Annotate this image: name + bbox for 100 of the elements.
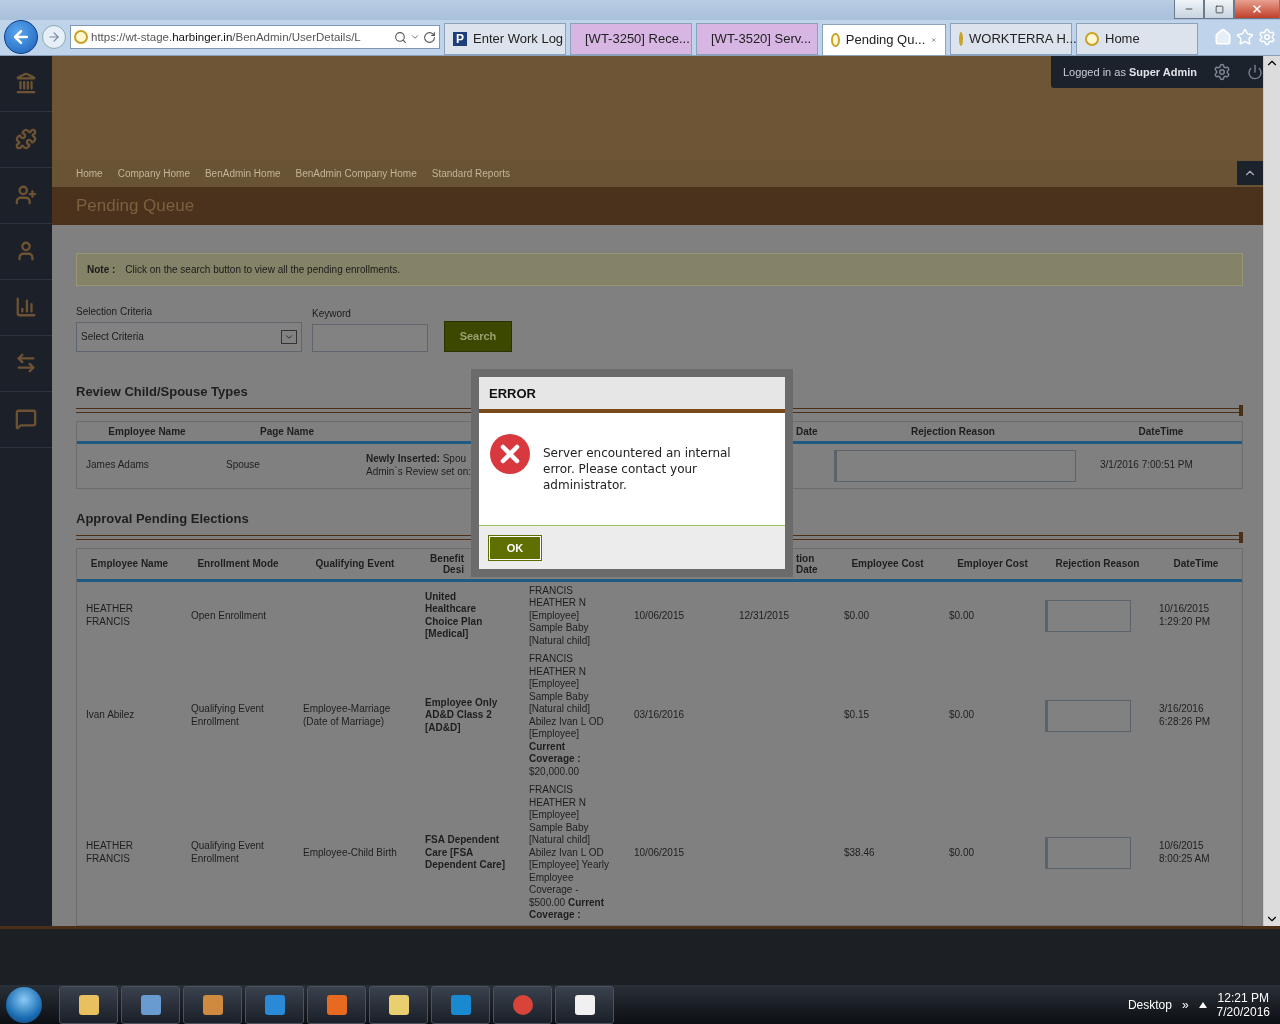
table-cell-text: FSA Dependent Care [FSA Dependent Care]	[424, 834, 506, 872]
breadcrumb-link[interactable]: BenAdmin Company Home	[295, 167, 417, 179]
column-header: Rejection Reason	[1055, 558, 1140, 570]
column-header: Employer Cost	[957, 558, 1028, 570]
tray-arrow-icon[interactable]	[1198, 1001, 1207, 1008]
taskbar-app[interactable]	[555, 985, 614, 1024]
dialog-title: ERROR	[479, 377, 785, 413]
column-header: tion Date	[796, 552, 819, 575]
ok-button[interactable]: OK	[489, 535, 541, 560]
browser-tab[interactable]: [WT-3520] Serv...	[696, 22, 818, 55]
star-icon[interactable]	[1236, 28, 1254, 47]
close-button[interactable]	[1234, 0, 1280, 19]
back-button[interactable]	[4, 20, 38, 55]
table-cell-text: $0.00	[948, 609, 976, 623]
table-cell-text: FRANCIS HEATHER N [Employee] Sample Baby [Natural child]	[528, 584, 592, 648]
forward-button[interactable]	[42, 25, 66, 50]
collapse-button[interactable]	[1237, 161, 1263, 186]
maximize-button[interactable]	[1204, 0, 1234, 19]
close-icon	[1251, 3, 1263, 15]
table-cell-text: 3/1/2016 7:00:51 PM	[1099, 459, 1194, 472]
criteria-select[interactable]: Select Criteria	[76, 321, 302, 352]
overflow-toggle[interactable]: »	[1181, 997, 1189, 1012]
table-cell-text: James Adams	[85, 459, 150, 472]
clock[interactable]: 12:21 PM 7/20/2016	[1216, 990, 1270, 1019]
breadcrumb-link[interactable]: Standard Reports	[431, 167, 511, 179]
scrollbar[interactable]	[1263, 55, 1280, 926]
table-cell-text: Open Enrollment	[190, 609, 268, 623]
table-cell-text: FRANCIS HEATHER N [Employee] Sample Baby [Natural child] Abilez Ivan L OD [Employee] Yearly Employee Coverage - $500.00 Current Coverage :	[528, 784, 611, 922]
taskbar-app[interactable]	[59, 985, 118, 1024]
table-cell-text: 10/16/2015 1:29:20 PM	[1158, 603, 1212, 629]
table-cell-text: Employee Only AD&D Class 2 [AD&D]	[424, 696, 499, 735]
column-header: Employee Cost	[851, 558, 924, 570]
start-button[interactable]	[6, 986, 42, 1023]
desktop-label[interactable]: Desktop	[1127, 997, 1172, 1012]
error-message: Server encountered an internal error. Please contact your administrator.	[543, 445, 732, 494]
table-cell-text: 10/6/2015 8:00:25 AM	[1158, 840, 1211, 866]
field-label: Selection Criteria	[76, 305, 154, 317]
table-cell-text: $0.15	[843, 709, 871, 722]
rejection-reason-field[interactable]	[1045, 599, 1131, 632]
column-header: Employee Name	[107, 424, 187, 439]
column-header: Employee Name	[90, 558, 169, 570]
taskbar-app[interactable]	[369, 985, 428, 1024]
table-cell-text: Employee-Child Birth	[302, 846, 398, 860]
browser-tab[interactable]: P Enter Work Log	[444, 22, 566, 55]
column-header: Qualifying Event	[315, 558, 395, 570]
rejection-reason-field[interactable]	[1045, 836, 1131, 869]
table-cell-text: FRANCIS HEATHER N [Employee] Sample Baby [Natural child] Abilez Ivan L OD [Employee] Current Coverage : $20,000.00	[528, 653, 605, 779]
note-label: Note :	[87, 263, 116, 275]
minimize-button[interactable]	[1174, 0, 1204, 19]
browser-tab[interactable]: Home	[1076, 22, 1198, 55]
rejection-reason-field[interactable]	[1045, 699, 1131, 732]
table-cell-text: 10/06/2015	[633, 609, 686, 623]
column-header: Enrollment Mode	[197, 558, 279, 570]
table-cell-text: 12/31/2015	[738, 609, 791, 623]
table-cell-text: $0.00	[948, 709, 976, 722]
table-cell-text: Spouse	[225, 459, 261, 472]
keyword-field[interactable]	[312, 323, 428, 352]
field-label: Keyword	[312, 307, 352, 319]
table-cell-text: Newly Inserted: Spou Admin`s Review set on:	[365, 453, 472, 479]
column-header: Rejection Reason	[910, 424, 996, 439]
caret-icon	[281, 329, 297, 344]
browser-tab[interactable]: [WT-3250] Rece...	[570, 22, 692, 55]
power-icon[interactable]	[1247, 63, 1263, 80]
section-title: Review Child/Spouse Types	[76, 383, 248, 399]
section-title: Approval Pending Elections	[76, 510, 249, 526]
column-header: Page Name	[259, 424, 315, 439]
taskbar-app[interactable]	[183, 985, 242, 1024]
taskbar-app[interactable]	[121, 985, 180, 1024]
tab-logo: P	[453, 31, 467, 46]
settings-icon[interactable]	[1213, 62, 1231, 81]
table-cell-text: $38.46	[843, 846, 876, 860]
refresh-icon[interactable]	[423, 30, 436, 44]
table-cell-text: 03/16/2016	[633, 709, 686, 722]
breadcrumb-link[interactable]: Company Home	[117, 167, 190, 179]
column-header: Date	[795, 424, 819, 439]
table-cell-text: $0.00	[948, 846, 976, 860]
table-cell-text: Qualifying Event Enrollment	[190, 703, 265, 729]
table-cell-text: HEATHER FRANCIS	[85, 603, 135, 629]
maximize-icon	[1214, 4, 1224, 14]
logged-in-label: Logged in as Super Admin	[1062, 65, 1197, 78]
table-cell-text: Ivan Abilez	[85, 709, 136, 722]
table-cell-text: HEATHER FRANCIS	[85, 840, 135, 866]
column-header: DateTime	[1137, 424, 1185, 439]
column-header: Benefit Desi	[429, 552, 464, 575]
table-cell-text: Qualifying Event Enrollment	[190, 840, 265, 866]
breadcrumb-link[interactable]: BenAdmin Home	[204, 167, 281, 179]
table-cell-text: 3/16/2016 6:28:26 PM	[1158, 703, 1212, 729]
error-icon	[489, 433, 531, 475]
table-cell-text: $0.00	[843, 609, 871, 623]
browser-tab[interactable]: Pending Qu...	[822, 23, 946, 55]
table-cell-text: Employee-Marriage (Date of Marriage)	[302, 703, 392, 729]
search-button[interactable]: Search	[444, 320, 512, 352]
breadcrumb-link[interactable]: Home	[76, 167, 103, 179]
table-cell-text: 10/06/2015	[633, 846, 686, 860]
table-cell-text: United Healthcare Choice Plan [Medical]	[424, 590, 484, 641]
address-field[interactable]: https://wt-stage.harbinger.in/BenAdmin/UserDetails/L	[70, 25, 440, 50]
rejection-reason-field[interactable]	[834, 449, 1076, 482]
search-icon[interactable]	[394, 30, 407, 44]
note-text: Click on the search button to view all the pending enrollments.	[125, 263, 400, 275]
column-header: DateTime	[1173, 558, 1219, 570]
